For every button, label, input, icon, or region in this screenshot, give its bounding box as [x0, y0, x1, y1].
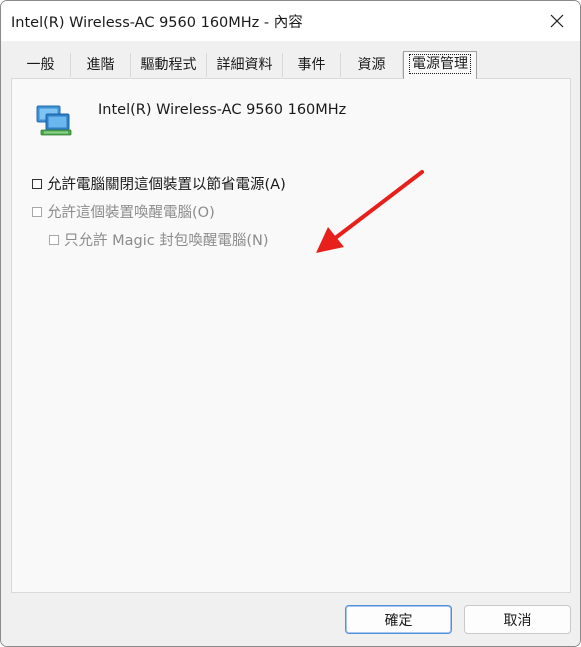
allow-turn-off-label: 允許電腦關閉這個裝置以節省電源(A) — [47, 177, 286, 193]
checkbox-box — [49, 234, 59, 245]
tab-details[interactable]: 詳細資料 — [207, 53, 283, 77]
dialog-footer: 確定 取消 — [1, 593, 580, 646]
cancel-button[interactable]: 取消 — [464, 605, 571, 634]
device-name: Intel(R) Wireless-AC 9560 160MHz — [98, 102, 347, 118]
close-icon — [550, 14, 564, 28]
window-title: Intel(R) Wireless-AC 9560 160MHz - 內容 — [11, 15, 303, 31]
allow-wake-label: 允許這個裝置喚醒電腦(O) — [47, 205, 215, 221]
tab-events[interactable]: 事件 — [283, 53, 341, 77]
tab-advanced[interactable]: 進階 — [71, 53, 131, 77]
tab-general[interactable]: 一般 — [11, 53, 71, 77]
properties-dialog: Intel(R) Wireless-AC 9560 160MHz - 內容 一般… — [0, 0, 581, 647]
annotation-arrow — [316, 170, 424, 253]
network-adapter-icon — [36, 105, 72, 136]
checkbox-box — [32, 206, 42, 217]
allow-turn-off-checkbox[interactable]: 允許電腦關閉這個裝置以節省電源(A) — [32, 173, 286, 194]
title-bar: Intel(R) Wireless-AC 9560 160MHz - 內容 — [1, 1, 580, 41]
tab-resources[interactable]: 資源 — [341, 53, 403, 77]
tab-panel-power-management: Intel(R) Wireless-AC 9560 160MHz 允許電腦關閉這… — [11, 78, 571, 593]
tab-strip: 一般 進階 驅動程式 詳細資料 事件 資源 電源管理 — [11, 51, 571, 79]
ok-button[interactable]: 確定 — [345, 605, 452, 634]
tab-driver[interactable]: 驅動程式 — [131, 53, 207, 77]
close-button[interactable] — [534, 1, 580, 41]
tab-power-management[interactable]: 電源管理 — [403, 51, 477, 79]
magic-packet-label: 只允許 Magic 封包喚醒電腦(N) — [64, 233, 269, 249]
allow-wake-checkbox: 允許這個裝置喚醒電腦(O) — [32, 201, 215, 222]
magic-packet-only-checkbox: 只允許 Magic 封包喚醒電腦(N) — [49, 229, 268, 250]
checkbox-box[interactable] — [32, 178, 42, 189]
